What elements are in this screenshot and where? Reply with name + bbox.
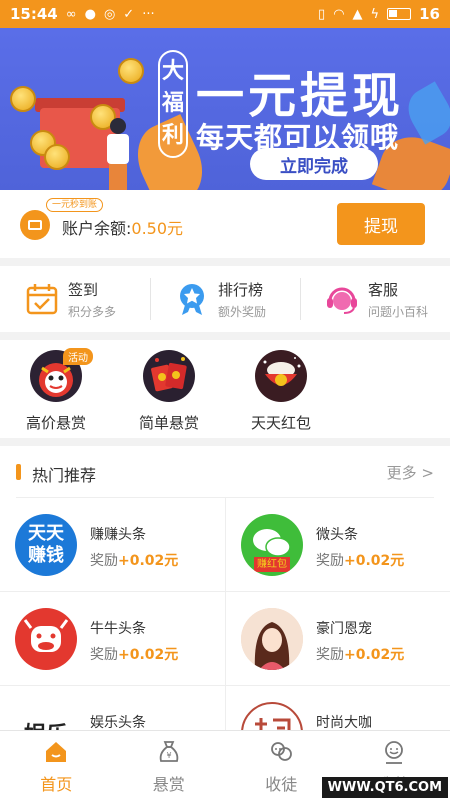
task-simple[interactable]: 简单悬赏: [114, 350, 224, 433]
nav-home[interactable]: 首页: [0, 731, 113, 800]
money-bag-icon: ¥: [156, 739, 182, 765]
recommend-item[interactable]: 娱乐 娱乐头条: [0, 686, 225, 730]
vibrate-icon: ▯: [318, 6, 326, 22]
task-high-price[interactable]: 活动 高价悬赏: [1, 348, 111, 433]
battery-icon: [387, 8, 412, 20]
nav-reward[interactable]: ¥ 悬赏: [113, 731, 226, 800]
coin-icon: [118, 58, 144, 84]
balance-label: 账户余额:0.50元: [62, 219, 184, 238]
section-title: 热门推荐: [32, 466, 97, 485]
quick-item-ranking[interactable]: 排行榜 额外奖励: [150, 266, 300, 332]
chat-icon: ●: [84, 6, 96, 22]
section-header: 热门推荐 更多 >: [16, 462, 434, 498]
clock: 15:44: [10, 5, 58, 23]
medal-star-icon: [174, 281, 210, 317]
quick-actions: 签到 积分多多 排行榜 额外奖励 客服 问题小百科: [0, 266, 450, 332]
app-logo: 娱乐: [15, 702, 77, 730]
task-categories: 活动 高价悬赏 简单悬赏 天天红包: [0, 340, 450, 438]
home-icon: [43, 739, 69, 765]
portrait-logo: [241, 608, 303, 670]
notification-icons: ∞ ● ◎ ✓ ···: [66, 7, 155, 22]
wallet-icon: [20, 210, 50, 240]
check-icon: ✓: [123, 6, 135, 22]
recommend-item[interactable]: 牛牛头条 奖励+0.02元: [0, 592, 225, 686]
status-bar: 15:44 ∞ ● ◎ ✓ ··· ▯ ◠ ▲ ϟ 16: [0, 0, 450, 28]
system-icons: ▯ ◠ ▲ ϟ 16: [318, 5, 440, 23]
calendar-check-icon: [24, 281, 60, 317]
app-icon: ◎: [103, 6, 116, 22]
coins-illustration: [10, 58, 160, 190]
recommend-item[interactable]: 豪门恩宠 奖励+0.02元: [225, 592, 450, 686]
more-icon: ···: [142, 6, 155, 22]
nav-apprentice[interactable]: 收徒: [225, 731, 338, 800]
coin-icon: [44, 144, 70, 170]
users-icon: [268, 739, 294, 765]
wechat-logo: 赚红包: [241, 514, 303, 576]
promo-banner[interactable]: 大 福 利 一元提现 每天都可以领哦 立即完成: [0, 28, 450, 190]
svg-text:¥: ¥: [166, 751, 171, 760]
red-envelope-icon: [143, 350, 195, 402]
banner-badge: 大 福 利: [158, 50, 188, 158]
quick-item-signin[interactable]: 签到 积分多多: [0, 266, 150, 332]
headset-icon: [324, 281, 360, 317]
coin-icon: [10, 86, 36, 112]
smiley-user-icon: [381, 739, 407, 765]
quick-item-service[interactable]: 客服 问题小百科: [300, 266, 450, 332]
withdraw-button[interactable]: 提现: [337, 203, 425, 245]
activity-badge: 活动: [63, 348, 93, 365]
recommend-item[interactable]: 赚红包 微头条 奖励+0.02元: [225, 498, 450, 592]
charging-icon: ϟ: [370, 6, 380, 22]
recommend-item[interactable]: 天天赚钱 赚赚头条 奖励+0.02元: [0, 498, 225, 592]
recommend-item[interactable]: 时尚大咖: [225, 686, 450, 730]
lucky-bag-icon: [255, 350, 307, 402]
signal-icon: ▲: [352, 6, 363, 22]
link-icon: ∞: [65, 6, 77, 22]
instant-tag: 一元秒到账: [46, 198, 104, 212]
watermark: WWW.QT6.COM: [321, 777, 448, 798]
wifi-icon: ◠: [333, 6, 345, 22]
leaf-decoration: [400, 81, 450, 145]
app-logo: 天天赚钱: [15, 514, 77, 576]
balance-amount: 0.50元: [131, 219, 184, 238]
cow-logo: [15, 608, 77, 670]
more-link[interactable]: 更多 >: [387, 462, 434, 483]
task-daily-redpacket[interactable]: 天天红包: [226, 350, 336, 433]
banner-complete-button[interactable]: 立即完成: [250, 148, 378, 180]
hot-recommend-section: 热门推荐 更多 > 天天赚钱 赚赚头条 奖励+0.02元 赚红包 微头条 奖励+…: [0, 446, 450, 730]
battery-level: 16: [419, 5, 440, 23]
person-illustration: [98, 118, 138, 190]
seal-logo: [241, 702, 303, 730]
balance-row: 一元秒到账 账户余额:0.50元 提现: [0, 190, 450, 258]
app-page: 15:44 ∞ ● ◎ ✓ ··· ▯ ◠ ▲ ϟ 16 大 福 利 一元提现 …: [0, 0, 450, 800]
